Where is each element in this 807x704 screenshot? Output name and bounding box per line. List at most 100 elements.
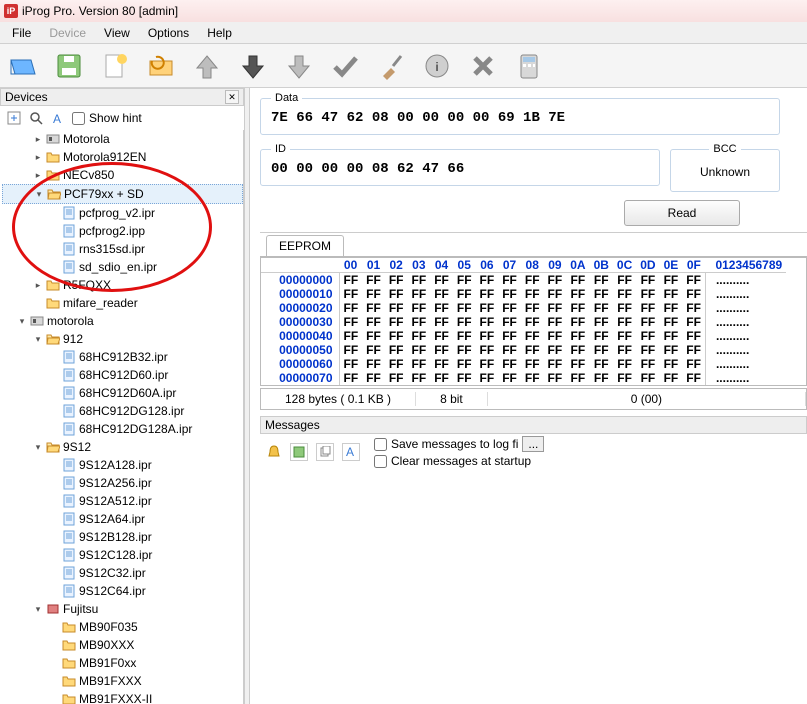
hex-byte[interactable]: FF — [660, 273, 683, 288]
hex-byte[interactable]: FF — [660, 287, 683, 301]
hex-byte[interactable]: FF — [613, 315, 636, 329]
hex-byte[interactable]: FF — [430, 343, 453, 357]
tree-item[interactable]: mifare_reader — [2, 294, 243, 312]
tree-item[interactable]: 9S12A64.ipr — [2, 510, 243, 528]
tree-item[interactable]: 68HC912DG128A.ipr — [2, 420, 243, 438]
tree-item[interactable]: ▸Motorola — [2, 130, 243, 148]
tree-item[interactable]: 9S12B128.ipr — [2, 528, 243, 546]
hex-byte[interactable]: FF — [385, 343, 408, 357]
collapse-icon[interactable]: ▾ — [33, 604, 43, 614]
hex-byte[interactable]: FF — [636, 301, 659, 315]
hex-byte[interactable]: FF — [385, 315, 408, 329]
close-button[interactable] — [466, 49, 500, 83]
hex-byte[interactable]: FF — [566, 315, 589, 329]
tree-item[interactable]: rns315sd.ipr — [2, 240, 243, 258]
hex-byte[interactable]: FF — [590, 287, 613, 301]
device-tree[interactable]: ▸Motorola▸Motorola912EN▸NECv850▾PCF79xx … — [0, 130, 244, 704]
hex-byte[interactable]: FF — [636, 371, 659, 385]
tree-item[interactable]: pcfprog2.ipp — [2, 222, 243, 240]
tab-eeprom[interactable]: EEPROM — [266, 235, 344, 256]
hex-byte[interactable]: FF — [453, 329, 476, 343]
hex-byte[interactable]: FF — [498, 371, 521, 385]
hex-row[interactable]: 00000020FFFFFFFFFFFFFFFFFFFFFFFFFFFFFFFF… — [261, 301, 786, 315]
hex-byte[interactable]: FF — [590, 357, 613, 371]
hex-byte[interactable]: FF — [682, 329, 705, 343]
hex-byte[interactable]: FF — [385, 287, 408, 301]
hex-byte[interactable]: FF — [521, 357, 544, 371]
tree-item[interactable]: ▾PCF79xx + SD — [2, 184, 243, 204]
tree-item[interactable]: 9S12C64.ipr — [2, 582, 243, 600]
hex-byte[interactable]: FF — [362, 273, 385, 288]
hex-byte[interactable]: FF — [385, 371, 408, 385]
tree-item[interactable]: 68HC912D60A.ipr — [2, 384, 243, 402]
clear-startup-checkbox[interactable]: Clear messages at startup — [374, 454, 544, 468]
tree-item[interactable]: MB90XXX — [2, 636, 243, 654]
tree-item[interactable]: MB90F035 — [2, 618, 243, 636]
hex-table[interactable]: 000102030405060708090A0B0C0D0E0F01234567… — [261, 258, 786, 385]
hex-byte[interactable]: FF — [453, 371, 476, 385]
hex-byte[interactable]: FF — [476, 329, 499, 343]
hex-row[interactable]: 00000010FFFFFFFFFFFFFFFFFFFFFFFFFFFFFFFF… — [261, 287, 786, 301]
font-msg-icon[interactable]: A — [342, 443, 360, 461]
hex-byte[interactable]: FF — [636, 329, 659, 343]
hex-byte[interactable]: FF — [453, 287, 476, 301]
font-icon[interactable]: A — [50, 110, 66, 126]
collapse-icon[interactable]: ▾ — [34, 189, 44, 199]
hex-byte[interactable]: FF — [408, 287, 431, 301]
expand-icon[interactable]: ▸ — [33, 280, 43, 290]
hex-byte[interactable]: FF — [544, 273, 567, 288]
devices-close-icon[interactable]: ✕ — [225, 90, 239, 104]
hex-byte[interactable]: FF — [408, 301, 431, 315]
hex-byte[interactable]: FF — [521, 343, 544, 357]
hex-byte[interactable]: FF — [498, 315, 521, 329]
hex-byte[interactable]: FF — [430, 371, 453, 385]
collapse-icon[interactable]: ▾ — [33, 442, 43, 452]
refresh-button[interactable] — [144, 49, 178, 83]
hex-byte[interactable]: FF — [613, 357, 636, 371]
read-button[interactable]: Read — [624, 200, 740, 226]
hex-byte[interactable]: FF — [430, 357, 453, 371]
tree-item[interactable]: ▾9S12 — [2, 438, 243, 456]
save-log-checkbox[interactable]: Save messages to log fi ... — [374, 436, 544, 452]
hex-byte[interactable]: FF — [590, 343, 613, 357]
hex-byte[interactable]: FF — [521, 301, 544, 315]
tree-item[interactable]: ▸Motorola912EN — [2, 148, 243, 166]
new-button[interactable] — [98, 49, 132, 83]
tree-item[interactable]: MB91F0xx — [2, 654, 243, 672]
save-button[interactable] — [52, 49, 86, 83]
hex-byte[interactable]: FF — [636, 357, 659, 371]
search-icon[interactable] — [28, 110, 44, 126]
tree-item[interactable]: sd_sdio_en.ipr — [2, 258, 243, 276]
hex-byte[interactable]: FF — [682, 287, 705, 301]
hex-byte[interactable]: FF — [682, 343, 705, 357]
hex-byte[interactable]: FF — [521, 329, 544, 343]
hex-byte[interactable]: FF — [613, 287, 636, 301]
hex-byte[interactable]: FF — [682, 273, 705, 288]
hex-byte[interactable]: FF — [682, 357, 705, 371]
tree-item[interactable]: ▾912 — [2, 330, 243, 348]
expand-icon[interactable]: ▸ — [33, 134, 43, 144]
hex-byte[interactable]: FF — [544, 343, 567, 357]
hex-byte[interactable]: FF — [590, 315, 613, 329]
hex-byte[interactable]: FF — [566, 287, 589, 301]
menu-help[interactable]: Help — [199, 24, 240, 42]
hex-byte[interactable]: FF — [521, 287, 544, 301]
hex-row[interactable]: 00000040FFFFFFFFFFFFFFFFFFFFFFFFFFFFFFFF… — [261, 329, 786, 343]
hex-byte[interactable]: FF — [362, 371, 385, 385]
hex-byte[interactable]: FF — [385, 357, 408, 371]
hex-byte[interactable]: FF — [430, 301, 453, 315]
hex-row[interactable]: 00000070FFFFFFFFFFFFFFFFFFFFFFFFFFFFFFFF… — [261, 371, 786, 385]
tree-item[interactable]: ▸R5FQXX — [2, 276, 243, 294]
hex-byte[interactable]: FF — [682, 315, 705, 329]
hex-byte[interactable]: FF — [339, 315, 362, 329]
hex-byte[interactable]: FF — [498, 273, 521, 288]
tree-item[interactable]: 68HC912D60.ipr — [2, 366, 243, 384]
hex-byte[interactable]: FF — [453, 357, 476, 371]
hex-byte[interactable]: FF — [476, 273, 499, 288]
hex-byte[interactable]: FF — [566, 329, 589, 343]
hex-byte[interactable]: FF — [453, 273, 476, 288]
hex-byte[interactable]: FF — [613, 273, 636, 288]
hex-byte[interactable]: FF — [660, 371, 683, 385]
hex-byte[interactable]: FF — [476, 343, 499, 357]
hex-byte[interactable]: FF — [339, 329, 362, 343]
